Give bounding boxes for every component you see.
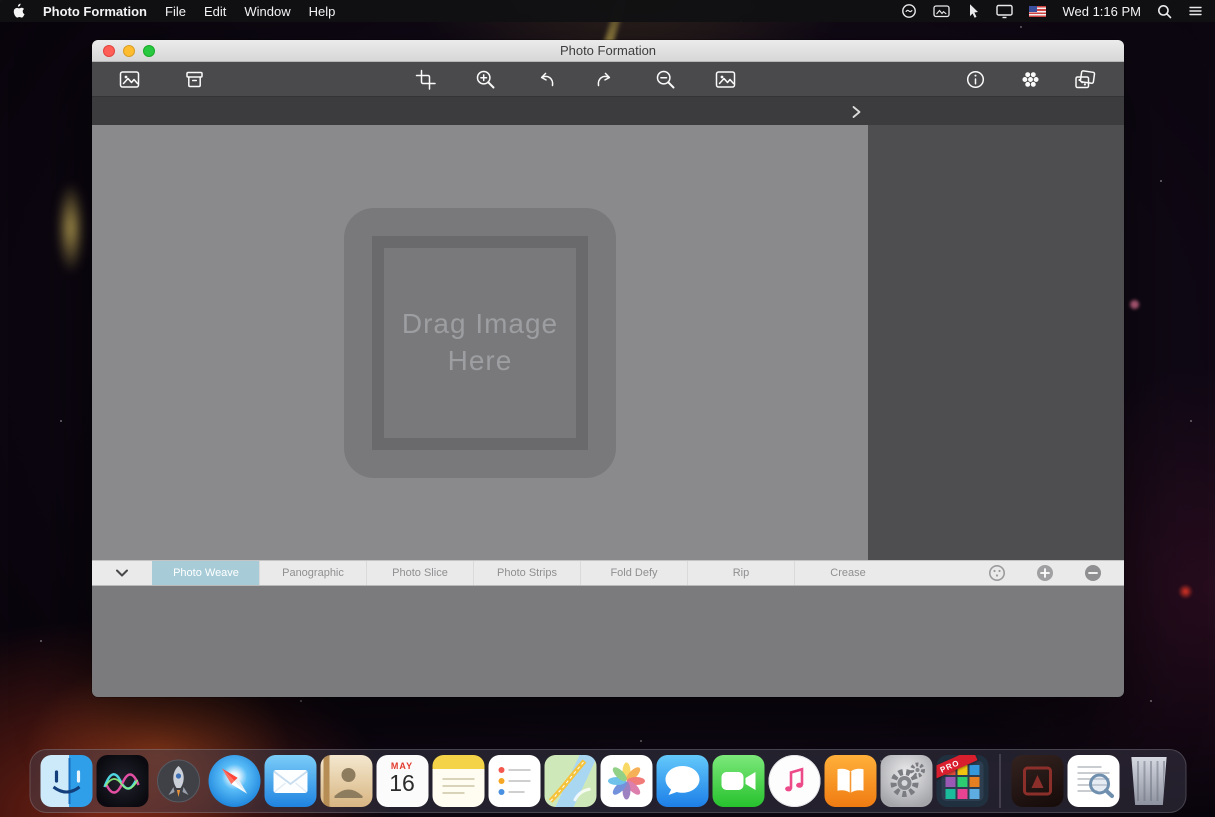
nebula-glow-decor [58,182,84,274]
dock-item-siri[interactable] [96,755,148,807]
toolbar-left-group [118,62,205,96]
photo-library-icon[interactable] [118,68,140,90]
import-archive-icon[interactable] [183,68,205,90]
dock-item-finder[interactable] [40,755,92,807]
crop-icon[interactable] [414,68,436,90]
toolbar-center-group [414,62,736,96]
photo-formation-window: Photo Formation [92,40,1124,697]
bottom-panel [92,586,1124,697]
zoom-out-icon[interactable] [654,68,676,90]
options-bar [92,96,1124,125]
red-star-decor [1178,584,1193,599]
remove-button[interactable] [1084,564,1102,582]
effects-tab-bar: Photo Weave Panographic Photo Slice Phot… [92,560,1124,586]
dock-item-preview[interactable] [1067,755,1119,807]
trash-ridges [1130,761,1168,801]
dock-item-mail[interactable] [264,755,316,807]
menu-help[interactable]: Help [309,4,336,19]
tab-photo-weave[interactable]: Photo Weave [152,561,259,585]
dock-item-contacts[interactable] [320,755,372,807]
dock: MAY 16 PRO [29,749,1186,813]
menu-bar: Photo Formation File Edit Window Help We… [0,0,1215,22]
notification-center-icon[interactable] [1188,3,1203,19]
menu-edit[interactable]: Edit [204,4,226,19]
dock-item-reminders[interactable] [488,755,540,807]
redo-icon[interactable] [594,68,616,90]
photo-card-icon[interactable] [933,3,950,19]
zoom-in-icon[interactable] [474,68,496,90]
calendar-month-label: MAY [376,755,428,771]
dock-item-itunes[interactable] [768,755,820,807]
title-bar[interactable]: Photo Formation [92,40,1124,62]
image-drop-zone[interactable]: Drag Image Here [344,208,616,478]
input-language-flag[interactable] [1029,6,1046,17]
undo-icon[interactable] [534,68,556,90]
photo-frame-icon[interactable] [714,68,736,90]
calendar-day-label: 16 [376,772,428,795]
dots-circle-button[interactable] [988,564,1006,582]
apple-menu[interactable] [12,3,25,19]
dock-item-safari[interactable] [208,755,260,807]
random-layout-icon[interactable] [1074,68,1096,90]
effects-dots-icon[interactable] [1019,68,1041,90]
drop-hint-text: Drag Image Here [390,306,570,379]
tab-photo-slice[interactable]: Photo Slice [366,561,473,585]
info-icon[interactable] [964,68,986,90]
dock-item-launchpad[interactable] [152,755,204,807]
toolbar-right-group [964,62,1096,96]
toolbar [92,62,1124,96]
dock-item-facetime[interactable] [712,755,764,807]
add-button[interactable] [1036,564,1054,582]
tab-rip[interactable]: Rip [687,561,794,585]
tab-bar-actions [988,561,1102,585]
dock-item-system-preferences[interactable] [880,755,932,807]
dock-item-calendar[interactable]: MAY 16 [376,755,428,807]
sync-circle-icon[interactable] [901,3,917,19]
side-panel [868,125,1124,560]
window-title: Photo Formation [92,43,1124,58]
active-app-name[interactable]: Photo Formation [43,4,147,19]
tab-photo-strips[interactable]: Photo Strips [473,561,580,585]
collapse-tabs-chevron[interactable] [92,561,152,585]
workspace: Drag Image Here [92,125,1124,560]
pink-star-decor [1130,300,1139,309]
editing-canvas: Drag Image Here [92,125,868,560]
dock-divider [999,754,1000,808]
spotlight-search-icon[interactable] [1157,3,1172,19]
displays-icon[interactable] [996,3,1013,19]
tab-crease[interactable]: Crease [794,561,901,585]
dock-item-ibooks[interactable] [824,755,876,807]
menu-window[interactable]: Window [244,4,290,19]
expand-options-chevron[interactable] [847,103,864,120]
flag-canton [1029,6,1037,12]
menu-bar-status-area: Wed 1:16 PM [901,3,1203,19]
dock-item-dark-app[interactable] [1011,755,1063,807]
menu-file[interactable]: File [165,4,186,19]
menu-bar-clock[interactable]: Wed 1:16 PM [1062,4,1141,19]
dock-item-trash[interactable] [1123,755,1175,807]
dock-item-messages[interactable] [656,755,708,807]
dock-item-maps[interactable] [544,755,596,807]
tab-panographic[interactable]: Panographic [259,561,366,585]
pointer-icon[interactable] [966,3,980,19]
dock-item-notes[interactable] [432,755,484,807]
dock-item-photos[interactable] [600,755,652,807]
dock-item-photo-formation-pro[interactable]: PRO [936,755,988,807]
tab-fold-defy[interactable]: Fold Defy [580,561,687,585]
